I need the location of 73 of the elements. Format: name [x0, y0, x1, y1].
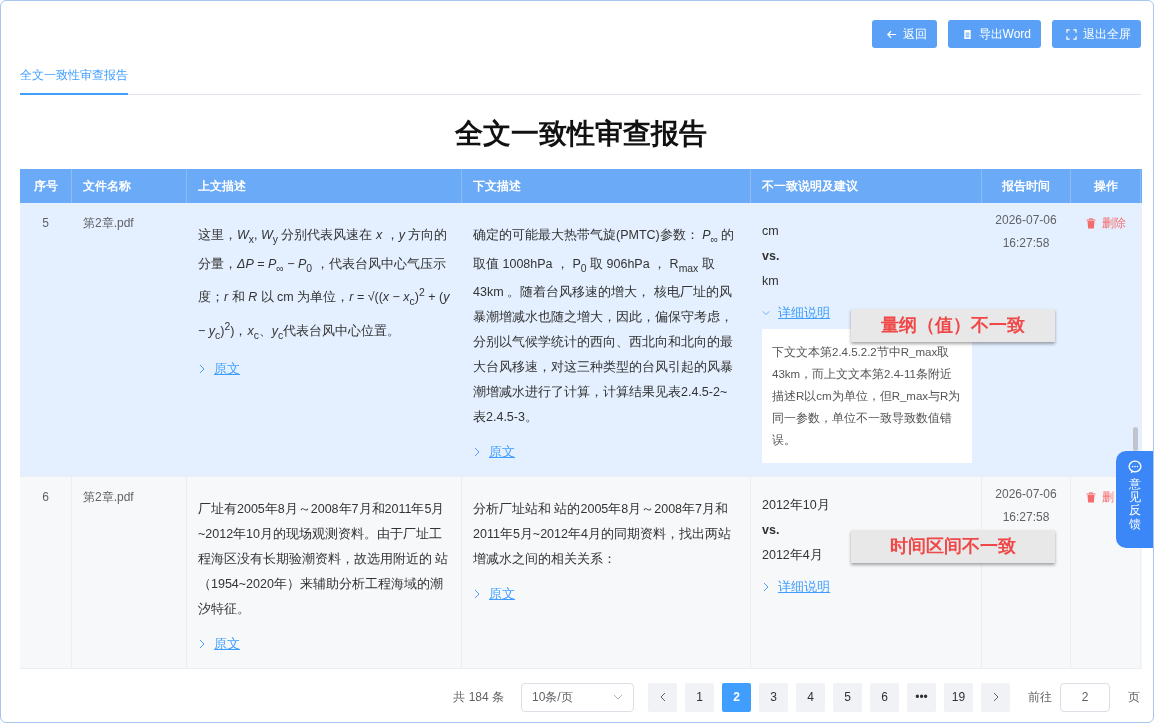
- chevron-right-icon: [473, 589, 481, 599]
- column-header: 不一致说明及建议: [762, 177, 858, 195]
- feedback-button[interactable]: 意见反馈: [1116, 451, 1153, 548]
- header-button[interactable]: 导出Word: [947, 20, 1041, 48]
- detail-link[interactable]: 详细说明: [762, 303, 830, 323]
- upper-value: 2012年10月: [762, 497, 830, 514]
- next-page-button[interactable]: [981, 682, 1010, 712]
- column-header: 操作: [1093, 177, 1118, 195]
- chevron-right-icon: [992, 692, 999, 702]
- goto-label: 前往: [1028, 688, 1052, 706]
- page-input[interactable]: 2: [1060, 682, 1110, 712]
- header-button[interactable]: 返回: [871, 20, 937, 48]
- lower-description: 分析厂址站和 站的2005年8月～2008年7月和2011年5月~2012年4月的同期资料，找出两站增减水之间的相关关系：: [473, 501, 732, 568]
- source-link[interactable]: 原文: [473, 584, 515, 604]
- upper-description: 厂址有2005年8月～2008年7月和2011年5月~2012年10月的现场观测资料。由于厂址工程海区没有长期验潮资料，故选用附近的 站（1954~2020年）来辅助分析工程海域的潮汐特征。: [198, 501, 450, 618]
- scrollbar[interactable]: [1133, 427, 1138, 451]
- page-button[interactable]: 6: [870, 682, 899, 712]
- chevron-left-icon: [659, 692, 666, 702]
- column-header: 上文描述: [198, 177, 246, 195]
- chevron-right-icon: [198, 639, 206, 649]
- chevron-down-icon: [613, 694, 623, 700]
- column-header: 文件名称: [83, 177, 131, 195]
- trash-icon: [1086, 491, 1096, 503]
- source-link[interactable]: 原文: [473, 442, 515, 462]
- table-row[interactable]: [20, 477, 1142, 669]
- upper-value: cm: [762, 223, 779, 240]
- report-time: 16:27:58: [1002, 235, 1050, 252]
- arrow-left-icon: [885, 28, 897, 40]
- column-header: 报告时间: [1002, 177, 1050, 195]
- page-button[interactable]: •••: [907, 682, 936, 712]
- detail-link[interactable]: 详细说明: [762, 577, 830, 597]
- chevron-down-icon: [762, 308, 770, 318]
- column-header: 序号: [33, 177, 58, 195]
- upper-description: 这里，W$_{x}$, W$_{y}$ 分别代表风速在 x ，y 方向的分量，ΔP = P$_{∞}$ − P$_{0}$ ，代表台风中心气压示度；r 和 R 以 cm 为单位，r = √((x − x$_{c}$)$^{2}$ + (y − y$_{c}$)$^{2}$)，x$_{c}$、y$_{c}$代表台风中心位置。: [198, 227, 450, 343]
- chevron-right-icon: [198, 364, 206, 375]
- annotation-label: 时间区间不一致: [851, 530, 1055, 563]
- delete-button[interactable]: 删除: [1082, 213, 1126, 233]
- report-time: 16:27:58: [1002, 509, 1050, 526]
- page-button[interactable]: 3: [759, 682, 788, 712]
- vs-label: vs.: [762, 248, 780, 265]
- page-button[interactable]: 4: [796, 682, 825, 712]
- column-header: 下文描述: [473, 177, 521, 195]
- vs-label: vs.: [762, 522, 780, 539]
- header-button[interactable]: 退出全屏: [1052, 20, 1141, 48]
- page-button[interactable]: 19: [944, 682, 973, 712]
- document-icon: [961, 28, 973, 40]
- file-name: 第2章.pdf: [83, 490, 134, 504]
- page-size-select[interactable]: 10条/页: [521, 682, 634, 712]
- fullscreen-icon: [1066, 28, 1077, 40]
- total-count: 共 184 条: [453, 688, 504, 706]
- lower-description: 确定的可能最大热带气旋(PMTC)参数： P$_{∞}$ 的取值 1008hPa ， P$_{0}$ 取 906hPa ， R$_{max}$ 取 43km 。随着台风移速的增大， 核电厂址的风暴潮增减水也随之增大，因此，偏保守考虑，分别以气候学统计的西向、西北向和北向的最大台风移速，对这三种类型的台风引起的风暴潮增减水进行了计算，计算结果见表2.4.5-2~表2.4.5-3。: [473, 227, 736, 426]
- source-link[interactable]: 原文: [198, 359, 240, 380]
- chevron-right-icon: [762, 582, 770, 592]
- report-date: 2026-07-06: [995, 486, 1057, 503]
- lower-value: km: [762, 273, 779, 290]
- trash-icon: [1086, 217, 1096, 229]
- page-button[interactable]: 1: [685, 682, 714, 712]
- file-name: 第2章.pdf: [83, 216, 134, 230]
- chat-icon: [1127, 460, 1142, 474]
- previous-page-button[interactable]: [648, 682, 677, 712]
- tab[interactable]: 全文一致性审查报告: [20, 58, 128, 95]
- report-date: 2026-07-06: [995, 212, 1057, 229]
- page-button[interactable]: 5: [833, 682, 862, 712]
- index-cell: 5: [42, 216, 49, 230]
- lower-value: 2012年4月: [762, 547, 823, 564]
- page-button[interactable]: 2: [722, 682, 751, 712]
- page-unit: 页: [1128, 688, 1140, 706]
- chevron-right-icon: [473, 447, 481, 457]
- source-link[interactable]: 原文: [198, 634, 240, 654]
- report-title: 全文一致性审查报告: [453, 117, 708, 151]
- table-row[interactable]: [20, 203, 1142, 477]
- delete-button[interactable]: 删: [1082, 487, 1114, 507]
- index-cell: 6: [42, 490, 49, 504]
